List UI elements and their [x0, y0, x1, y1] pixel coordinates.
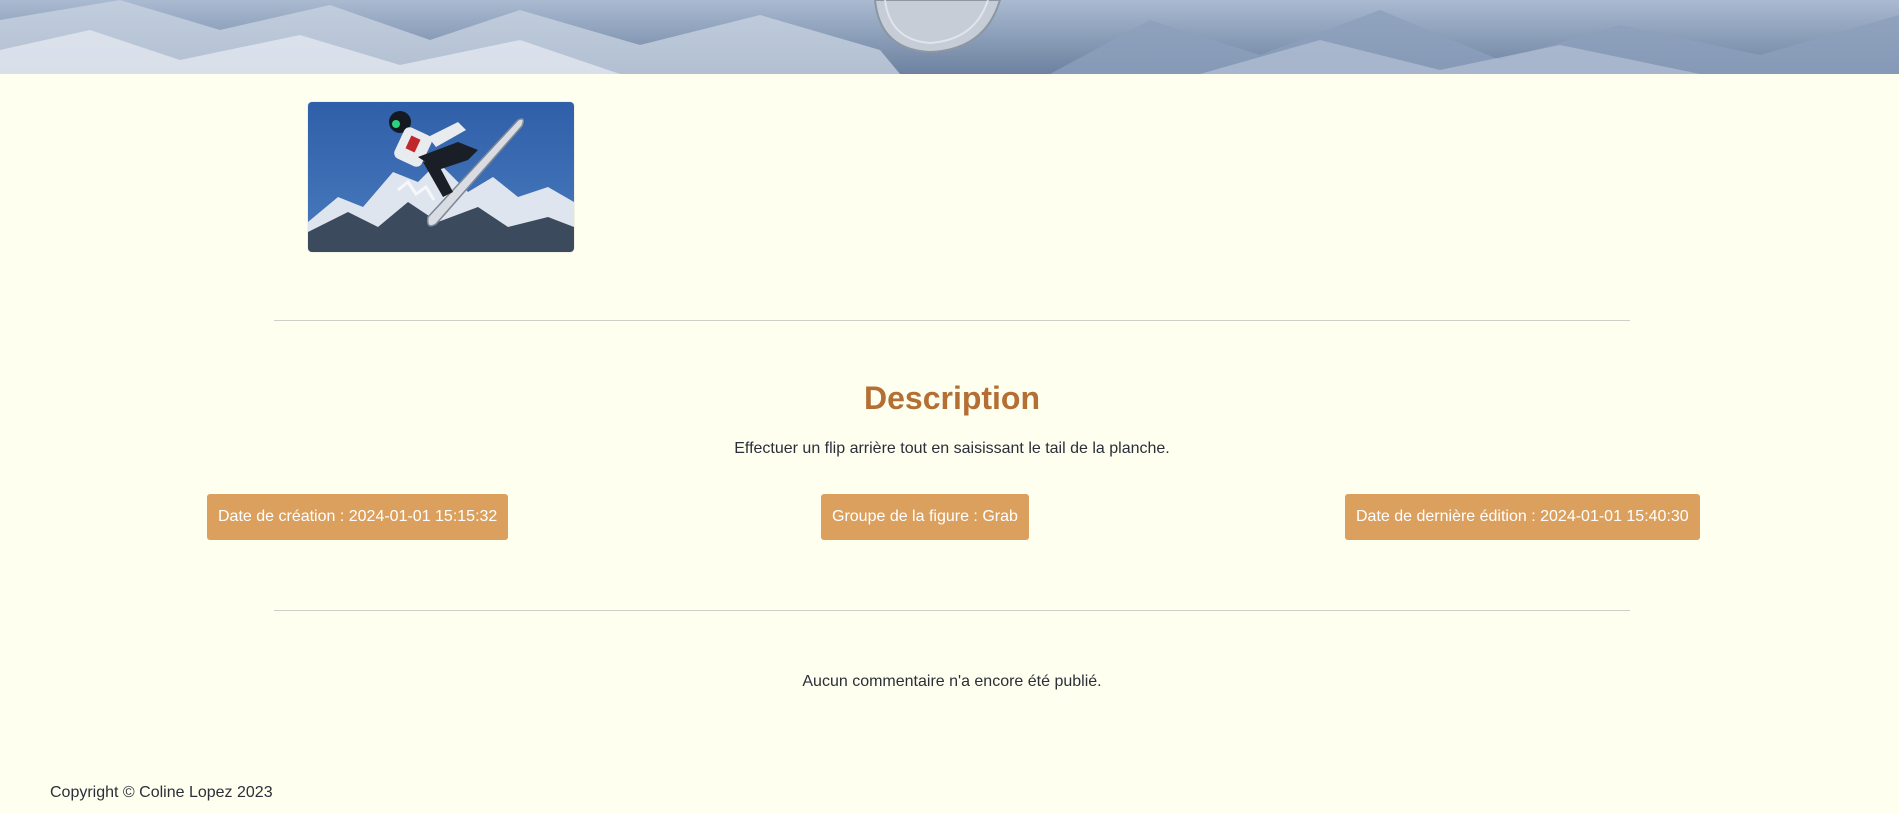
- section-divider-top: [274, 320, 1630, 321]
- last-edit-date-badge: Date de dernière édition : 2024-01-01 15…: [1345, 494, 1700, 540]
- footer-copyright: Copyright © Coline Lopez 2023: [50, 784, 273, 801]
- description-text: Effectuer un flip arrière tout en saisis…: [734, 440, 1170, 457]
- section-divider-bottom: [274, 610, 1630, 611]
- description-title: Description: [863, 380, 1041, 416]
- trick-thumbnail[interactable]: [308, 102, 574, 252]
- hero-banner: [0, 0, 1899, 74]
- figure-group-badge: Groupe de la figure : Grab: [821, 494, 1029, 540]
- snowboarder-image: [308, 102, 574, 252]
- hero-banner-image: [0, 0, 1899, 74]
- creation-date-badge: Date de création : 2024-01-01 15:15:32: [207, 494, 509, 540]
- no-comments-message: Aucun commentaire n'a encore été publié.: [802, 673, 1102, 690]
